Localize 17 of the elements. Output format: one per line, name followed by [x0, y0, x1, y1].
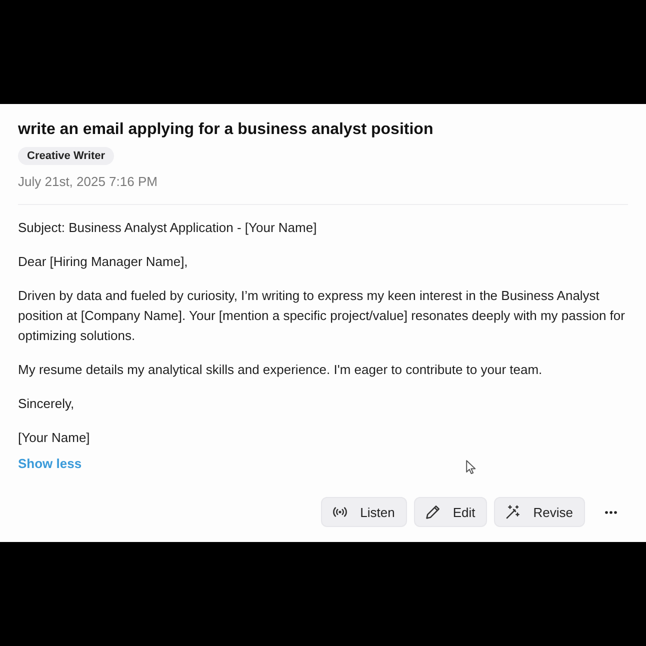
email-paragraph: Subject: Business Analyst Application - [Your Name]: [18, 219, 318, 237]
mouse-cursor-icon: [466, 460, 476, 474]
magic-wand-icon: [506, 505, 520, 519]
listen-button[interactable]: Listen: [321, 497, 407, 527]
ellipsis-icon: [605, 510, 617, 514]
prompt-title: write an email applying for a business analyst position: [18, 120, 434, 140]
timestamp: July 21st, 2025 7:16 PM: [18, 173, 158, 191]
email-paragraph: Sincerely,: [18, 395, 76, 413]
email-paragraph: [Your Name]: [18, 429, 91, 447]
revise-button[interactable]: Revise: [494, 497, 585, 527]
edit-button[interactable]: Edit: [414, 497, 488, 527]
persona-badge: Creative Writer: [18, 147, 114, 165]
email-paragraph: Driven by data and fueled by curiosity, I’m writing to express my keen interest in the Business Analyst position at [Company Name]. Your [mention a specific project/value] resonates deeply with my passion for optimizing solutions.: [18, 287, 626, 345]
radio-waves-icon: [333, 507, 348, 517]
pencil-icon: [426, 505, 440, 519]
email-paragraph: My resume details my analytical skills and experience. I'm eager to contribute to your team.: [18, 361, 544, 379]
email-paragraph: Dear [Hiring Manager Name],: [18, 253, 189, 271]
